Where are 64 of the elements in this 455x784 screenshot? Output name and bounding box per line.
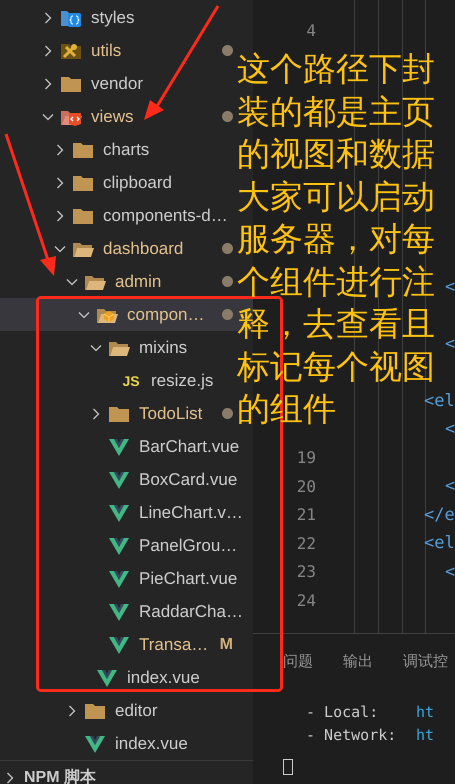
annotation-text: 这个路径下封: [237, 48, 435, 90]
v-logo-icon: [84, 734, 106, 752]
modified-dot: [222, 309, 233, 320]
v-logo-icon: [96, 668, 118, 686]
tree-item[interactable]: styles: [0, 1, 253, 34]
modified-dot: [222, 276, 233, 287]
line-number: 23: [296, 562, 316, 582]
line-number: 24: [296, 590, 316, 610]
line-number: 19: [296, 448, 316, 468]
annotation-text: 的视图和数据: [237, 133, 435, 175]
tree-item[interactable]: index.vue: [0, 727, 253, 760]
line-number: 4: [305, 20, 316, 40]
git-status-letter: M: [220, 636, 233, 654]
terminal-link[interactable]: ht: [416, 702, 434, 720]
code-line: <: [445, 419, 455, 440]
v-logo-icon: [108, 470, 130, 488]
tree-item[interactable]: Transa… M: [0, 628, 253, 661]
code-line: <: [445, 334, 455, 354]
code-line: </e: [424, 504, 455, 525]
code-line: <el: [424, 390, 455, 411]
brace-folder-icon: [60, 8, 82, 26]
modified-dot: [222, 111, 233, 122]
folder-icon: [84, 702, 106, 720]
annotation-text: 大家可以启动: [237, 176, 435, 218]
code-line: <el: [424, 533, 455, 554]
terminal-text: - Network:: [306, 726, 398, 744]
tools-folder-icon: [60, 42, 82, 60]
terminal-text: - Local:: [306, 702, 380, 720]
js-icon: JS: [120, 372, 142, 388]
v-logo-icon: [108, 536, 130, 554]
code-line: <: [445, 276, 455, 297]
panel-tab[interactable]: 调试控: [403, 652, 448, 674]
v-logo-icon: [108, 602, 130, 620]
folder-icon: [60, 74, 82, 92]
code-line: <: [445, 476, 455, 496]
panel-tab[interactable]: 问题: [283, 652, 313, 674]
line-number: 21: [296, 505, 316, 524]
tree-item[interactable]: RaddarCha…: [0, 595, 253, 628]
folder-icon: [72, 174, 94, 192]
tree-item[interactable]: PieChart.vue: [0, 562, 253, 595]
tree-item[interactable]: index.vue: [0, 661, 253, 694]
tree-item[interactable]: BoxCard.vue: [0, 463, 253, 496]
folder-icon: [72, 140, 94, 158]
v-logo-icon: [108, 636, 130, 654]
terminal-link[interactable]: ht: [416, 726, 434, 744]
code-line: <: [445, 562, 455, 582]
tree-item[interactable]: BarChart.vue: [0, 430, 253, 463]
line-number: 20: [296, 476, 316, 496]
modified-dot: [222, 45, 233, 56]
panel-tab[interactable]: 输出: [343, 652, 373, 674]
tree-item[interactable]: PanelGrou…: [0, 529, 253, 562]
tree-item[interactable]: editor: [0, 694, 253, 727]
modified-dot: [222, 408, 233, 419]
tree-item[interactable]: LineChart.v…: [0, 496, 253, 529]
v-logo-icon: [108, 504, 130, 522]
line-number: 22: [296, 534, 316, 553]
v-logo-icon: [108, 438, 130, 456]
annotation-text: 装的都是主页: [237, 90, 435, 132]
folder-icon: [72, 206, 94, 224]
modified-dot: [222, 243, 233, 254]
folder-icon: [108, 404, 130, 422]
terminal-cursor: [283, 759, 293, 775]
annotation-text: 服务器，对每: [237, 218, 435, 260]
v-logo-icon: [108, 570, 130, 588]
